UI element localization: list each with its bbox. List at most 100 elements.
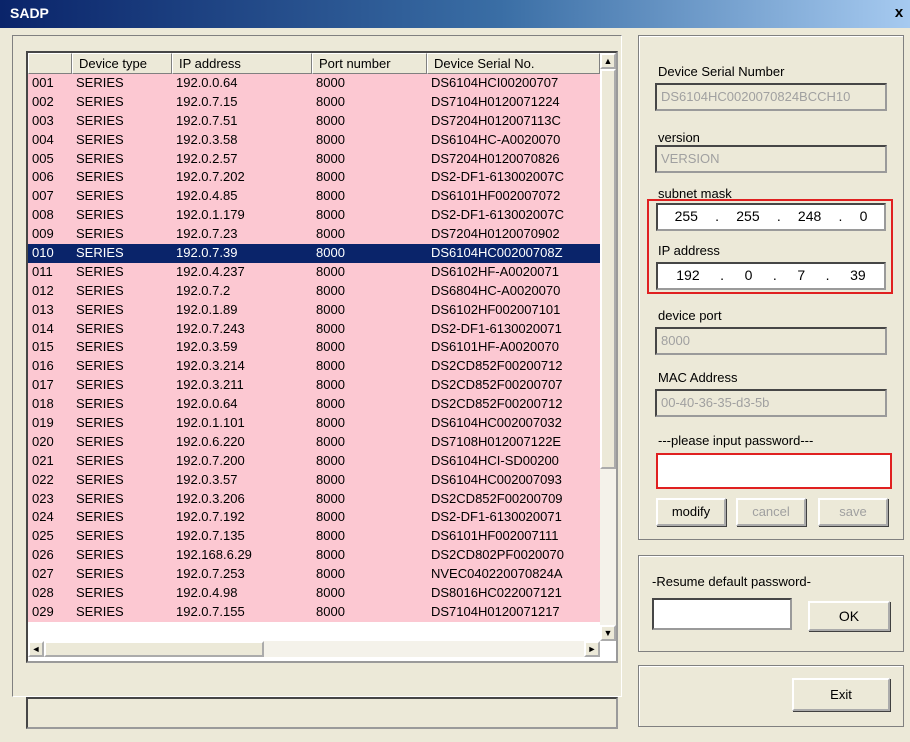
row-port-number: 8000 [316,112,345,128]
password-input[interactable] [656,453,892,489]
row-index: 017 [32,377,54,393]
table-row[interactable]: 005 SERIES 192.0.2.57 8000 DS7204H0120070826 [28,149,600,169]
table-row[interactable]: 001 SERIES 192.0.0.64 8000 DS6104HCI00200707 [28,74,600,93]
row-index: 025 [32,528,54,544]
table-row[interactable]: 016 SERIES 192.0.3.214 8000 DS2CD852F0020071… [28,357,600,377]
table-row[interactable]: 006 SERIES 192.0.7.202 8000 DS2-DF1-61300200… [28,168,600,188]
horizontal-scrollbar[interactable]: ◄ ► [28,641,600,657]
row-device-type: SERIES [76,339,124,355]
row-serial-no: DS7104H0120071224 [431,93,560,109]
row-index: 006 [32,169,54,185]
table-row[interactable]: 004 SERIES 192.0.3.58 8000 DS6104HC-A0020070 [28,130,600,150]
scroll-down-icon[interactable]: ▼ [600,625,616,641]
row-port-number: 8000 [316,490,345,506]
row-serial-no: DS7108H012007122E [431,433,562,449]
table-row[interactable]: 023 SERIES 192.0.3.206 8000 DS2CD852F0020070… [28,489,600,509]
row-ip-address: 192.0.7.243 [176,320,245,336]
table-row[interactable]: 007 SERIES 192.0.4.85 8000 DS6101HF002007072 [28,187,600,207]
table-row[interactable]: 003 SERIES 192.0.7.51 8000 DS7204H012007113C [28,111,600,131]
version-label: version [658,130,700,145]
column-header-index[interactable] [28,53,72,74]
row-device-type: SERIES [76,528,124,544]
row-device-type: SERIES [76,245,124,261]
row-serial-no: DS2-DF1-613002007C [431,207,564,223]
row-index: 010 [32,245,54,261]
row-port-number: 8000 [316,245,345,261]
row-serial-no: DS6101HF002007111 [431,528,559,544]
save-button[interactable]: save [818,498,888,526]
exit-button[interactable]: Exit [792,678,890,711]
row-port-number: 8000 [316,433,345,449]
row-port-number: 8000 [316,282,345,298]
row-serial-no: DS6101HF-A0020070 [431,339,559,355]
close-icon[interactable]: x [890,4,908,22]
table-row[interactable]: 012 SERIES 192.0.7.2 8000 DS6804HC-A0020070 [28,281,600,301]
row-index: 019 [32,415,54,431]
table-row[interactable]: 010 SERIES 192.0.7.39 8000 DS6104HC00200708Z [28,244,600,263]
version-field: VERSION [655,145,887,173]
row-port-number: 8000 [316,528,345,544]
row-index: 028 [32,585,54,601]
row-ip-address: 192.0.7.39 [176,245,238,261]
row-index: 013 [32,301,54,317]
table-row[interactable]: 018 SERIES 192.0.0.64 8000 DS2CD852F00200712 [28,395,600,415]
row-index: 004 [32,131,54,147]
table-row[interactable]: 017 SERIES 192.0.3.211 8000 DS2CD852F0020070… [28,376,600,396]
table-row[interactable]: 022 SERIES 192.0.3.57 8000 DS6104HC002007093 [28,470,600,490]
row-serial-no: NVEC040220070824A [431,566,563,582]
table-row[interactable]: 021 SERIES 192.0.7.200 8000 DS6104HCI-SD0020… [28,451,600,471]
table-row[interactable]: 011 SERIES 192.0.4.237 8000 DS6102HF-A002007… [28,262,600,282]
vertical-scroll-thumb[interactable] [600,69,616,469]
table-row[interactable]: 002 SERIES 192.0.7.15 8000 DS7104H0120071224 [28,92,600,112]
column-header-serial-no[interactable]: Device Serial No. [427,53,600,74]
row-ip-address: 192.0.7.200 [176,452,245,468]
window-title: SADP [10,5,49,21]
vertical-scrollbar[interactable]: ▲ ▼ [600,53,616,641]
column-header-port-number[interactable]: Port number [312,53,427,74]
table-row[interactable]: 024 SERIES 192.0.7.192 8000 DS2-DF1-61300200… [28,508,600,528]
row-serial-no: DS7204H012007113C [431,112,561,128]
row-device-type: SERIES [76,188,124,204]
row-port-number: 8000 [316,263,345,279]
table-row[interactable]: 025 SERIES 192.0.7.135 8000 DS6101HF00200711… [28,527,600,547]
row-ip-address: 192.0.4.98 [176,585,238,601]
row-serial-no: DS6104HC002007093 [431,471,562,487]
cancel-button[interactable]: cancel [736,498,806,526]
modify-button[interactable]: modify [656,498,726,526]
mac-address-field: 00-40-36-35-d3-5b [655,389,887,417]
row-serial-no: DS6101HF002007072 [431,188,561,204]
table-row[interactable]: 015 SERIES 192.0.3.59 8000 DS6101HF-A0020070 [28,338,600,358]
table-row[interactable]: 009 SERIES 192.0.7.23 8000 DS7204H0120070902 [28,225,600,245]
scroll-up-icon[interactable]: ▲ [600,53,616,69]
row-device-type: SERIES [76,377,124,393]
resume-password-input[interactable] [652,598,792,630]
column-header-ip-address[interactable]: IP address [172,53,312,74]
table-row[interactable]: 029 SERIES 192.0.7.155 8000 DS7104H012007121… [28,602,600,622]
table-row[interactable]: 028 SERIES 192.0.4.98 8000 DS8016HC022007121 [28,584,600,603]
row-port-number: 8000 [316,603,345,619]
table-row[interactable]: 020 SERIES 192.0.6.220 8000 DS7108H012007122… [28,432,600,452]
row-index: 021 [32,452,54,468]
horizontal-scroll-thumb[interactable] [44,641,264,657]
row-index: 015 [32,339,54,355]
column-header-device-type[interactable]: Device type [72,53,172,74]
row-ip-address: 192.0.7.15 [176,93,238,109]
table-row[interactable]: 026 SERIES 192.168.6.29 8000 DS2CD802PF00200… [28,546,600,566]
row-index: 014 [32,320,54,336]
ok-button[interactable]: OK [808,601,890,631]
row-device-type: SERIES [76,207,124,223]
serial-number-label: Device Serial Number [658,64,785,79]
row-index: 026 [32,547,54,563]
scroll-left-icon[interactable]: ◄ [28,641,44,657]
table-row[interactable]: 019 SERIES 192.0.1.101 8000 DS6104HC00200703… [28,414,600,433]
table-row[interactable]: 013 SERIES 192.0.1.89 8000 DS6102HF002007101 [28,300,600,320]
table-row[interactable]: 008 SERIES 192.0.1.179 8000 DS2-DF1-61300200… [28,206,600,226]
table-row[interactable]: 014 SERIES 192.0.7.243 8000 DS2-DF1-61300200… [28,319,600,339]
row-serial-no: DS2CD852F00200712 [431,396,563,412]
row-device-type: SERIES [76,547,124,563]
scroll-right-icon[interactable]: ► [584,641,600,657]
row-serial-no: DS6804HC-A0020070 [431,282,561,298]
table-row[interactable]: 027 SERIES 192.0.7.253 8000 NVEC040220070824… [28,565,600,585]
password-label: ---please input password--- [658,433,814,448]
row-ip-address: 192.0.3.59 [176,339,238,355]
